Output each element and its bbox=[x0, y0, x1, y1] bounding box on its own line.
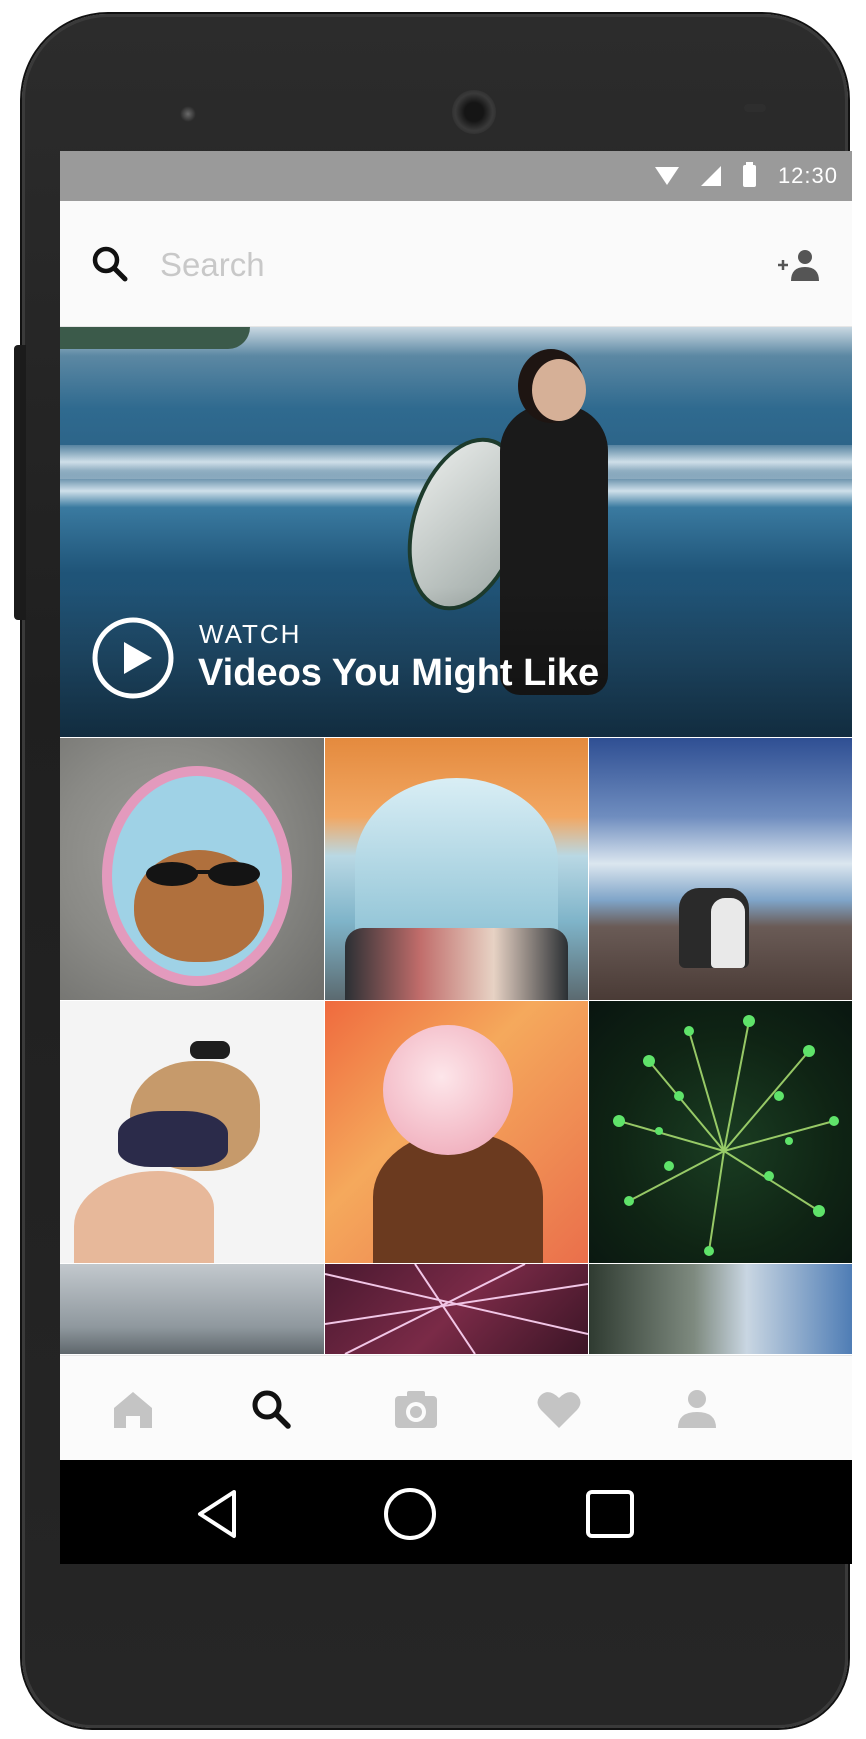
wifi-icon bbox=[654, 167, 679, 185]
back-icon[interactable] bbox=[190, 1486, 246, 1542]
play-icon[interactable] bbox=[90, 615, 176, 701]
tile-feet bbox=[345, 928, 568, 1000]
explore-tile-mountains[interactable] bbox=[589, 1264, 852, 1354]
explore-tile-tent[interactable] bbox=[325, 738, 588, 1000]
home-icon bbox=[114, 1392, 152, 1428]
status-bar: 12:30 bbox=[60, 151, 852, 201]
tile-light-trails bbox=[325, 1264, 588, 1354]
explore-tile-clouds[interactable] bbox=[60, 1264, 324, 1354]
explore-tile-fireworks[interactable] bbox=[589, 1001, 852, 1263]
tile-sunglasses bbox=[146, 862, 260, 886]
featured-video-card[interactable]: WATCH Videos You Might Like bbox=[60, 327, 852, 737]
bottom-tab-bar bbox=[60, 1355, 852, 1460]
search-input[interactable] bbox=[158, 239, 722, 291]
explore-tile-light-trails[interactable] bbox=[325, 1264, 588, 1354]
search-icon bbox=[252, 1390, 291, 1429]
tab-camera[interactable] bbox=[391, 1386, 441, 1432]
recents-icon[interactable] bbox=[582, 1486, 638, 1542]
heart-icon bbox=[537, 1392, 581, 1428]
tile-tent-view bbox=[355, 778, 558, 948]
explore-tile-cat-mirror[interactable] bbox=[60, 738, 324, 1000]
hero-shoreline bbox=[60, 327, 250, 349]
home-circle-icon[interactable] bbox=[382, 1486, 438, 1542]
system-nav-bar bbox=[60, 1460, 852, 1564]
side-button[interactable] bbox=[14, 345, 26, 620]
tile-fireworks bbox=[613, 1015, 839, 1256]
explore-tile-canyon[interactable] bbox=[589, 738, 852, 1000]
app-screen: 12:30 WATCH Videos You Might Like bbox=[60, 151, 852, 1460]
tile-hand bbox=[74, 1171, 214, 1263]
tile-couple-2 bbox=[711, 898, 745, 968]
tile-cotton-candy bbox=[383, 1025, 513, 1155]
status-time: 12:30 bbox=[777, 163, 838, 188]
search-header bbox=[60, 201, 852, 327]
watch-label: WATCH bbox=[199, 619, 302, 649]
proximity-sensor bbox=[744, 104, 766, 112]
tab-home[interactable] bbox=[108, 1386, 158, 1432]
profile-icon bbox=[678, 1390, 716, 1428]
hero-title[interactable]: Videos You Might Like bbox=[198, 652, 599, 695]
battery-icon bbox=[742, 162, 756, 187]
search-icon[interactable] bbox=[90, 244, 130, 284]
tile-dress bbox=[118, 1111, 228, 1167]
explore-tile-dog[interactable] bbox=[60, 1001, 324, 1263]
camera-icon bbox=[395, 1391, 437, 1428]
signal-icon bbox=[700, 166, 721, 186]
tab-search[interactable] bbox=[246, 1386, 296, 1432]
tab-activity[interactable] bbox=[534, 1386, 584, 1432]
tile-bow bbox=[190, 1041, 230, 1059]
tab-profile[interactable] bbox=[672, 1386, 722, 1432]
add-person-icon[interactable] bbox=[776, 245, 822, 285]
explore-tile-cotton-candy[interactable] bbox=[325, 1001, 588, 1263]
hero-surfer-head bbox=[532, 359, 586, 421]
front-camera bbox=[180, 106, 196, 122]
earpiece-speaker bbox=[452, 90, 496, 134]
